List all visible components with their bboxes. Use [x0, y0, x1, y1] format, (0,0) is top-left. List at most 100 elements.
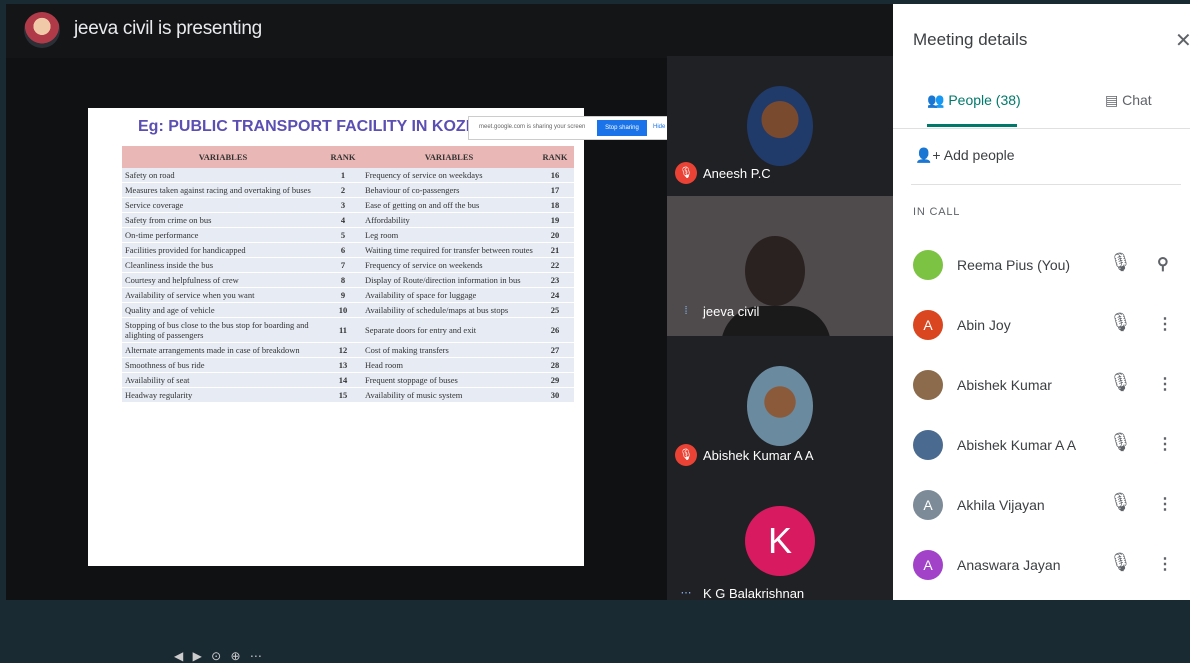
- avatar: A: [913, 310, 943, 340]
- table-row: Quality and age of vehicle 10 Availability…: [122, 302, 574, 318]
- rank-cell: 19: [536, 212, 574, 228]
- variable-cell: Quality and age of vehicle: [122, 302, 324, 318]
- avatar: [913, 370, 943, 400]
- table-row: Availability of seat 14 Frequent stoppage …: [122, 372, 574, 388]
- share-url-text: meet.google.com is sharing your screen: [479, 124, 586, 130]
- slide-control-icons[interactable]: ◀ ▶ ⊙ ⊕ ⋯: [174, 649, 265, 663]
- participant-name: Anaswara Jayan: [957, 557, 1061, 573]
- table-row: Service coverage 3 Ease of getting on and …: [122, 197, 574, 213]
- variable-cell: Alternate arrangements made in case of b…: [122, 342, 324, 358]
- close-icon[interactable]: ✕: [1175, 28, 1190, 53]
- table-row: Facilities provided for handicapped 6 Wait…: [122, 242, 574, 258]
- rank-cell: 20: [536, 227, 574, 243]
- mic-off-icon: 🎙: [675, 444, 697, 466]
- table-row: Safety on road 1 Frequency of service on w…: [122, 168, 574, 183]
- participant-row[interactable]: A Anaswara Jayan 🎙 ⋮: [893, 540, 1190, 600]
- variable-cell: Affordability: [362, 212, 536, 228]
- rank-cell: 14: [324, 372, 362, 388]
- speaking-icon: ⋯: [680, 587, 692, 599]
- mic-off-icon: 🎙: [1109, 312, 1132, 332]
- variable-cell: Frequency of service on weekends: [362, 257, 536, 273]
- speaking-icon: ⁞: [684, 305, 688, 317]
- hide-button[interactable]: Hide: [653, 124, 665, 130]
- rank-cell: 11: [324, 317, 362, 343]
- rank-cell: 5: [324, 227, 362, 243]
- add-people-button[interactable]: 👤+ Add people: [915, 147, 1015, 164]
- table-row: Availability of service when you want 9 Av…: [122, 287, 574, 303]
- header-variables-1: VARIABLES: [122, 146, 324, 168]
- participant-name: Akhila Vijayan: [957, 497, 1045, 513]
- rank-cell: 27: [536, 342, 574, 358]
- stop-sharing-button[interactable]: Stop sharing: [597, 120, 647, 136]
- avatar: [747, 86, 813, 166]
- table-row: Stopping of bus close to the bus stop fo…: [122, 317, 574, 343]
- participant-row[interactable]: Reema Pius (You) 🎙 ⚲: [893, 240, 1190, 300]
- tile-jeeva[interactable]: ⁞ jeeva civil: [667, 196, 893, 346]
- variable-cell: Availability of service when you want: [122, 287, 324, 303]
- shared-slide: Eg: PUBLIC TRANSPORT FACILITY IN KOZHIKO…: [88, 108, 584, 663]
- variable-cell: Leg room: [362, 227, 536, 243]
- table-row: Cleanliness inside the bus 7 Frequency of …: [122, 257, 574, 273]
- more-options-icon[interactable]: ⋮: [1157, 554, 1173, 574]
- rank-cell: 15: [324, 387, 362, 403]
- participant-name: Abin Joy: [957, 317, 1011, 333]
- rank-cell: 30: [536, 387, 574, 403]
- mic-off-icon: 🎙: [1109, 372, 1132, 392]
- more-options-icon[interactable]: ⋮: [1157, 374, 1173, 394]
- chat-icon: ▤: [1105, 92, 1119, 108]
- tab-people-label: People (38): [948, 92, 1021, 108]
- divider: [911, 184, 1181, 185]
- rank-cell: 23: [536, 272, 574, 288]
- rank-cell: 21: [536, 242, 574, 258]
- rank-cell: 25: [536, 302, 574, 318]
- tile-balakrishnan[interactable]: K ⋯ K G Balakrishnan: [667, 476, 893, 601]
- participant-name: Abishek Kumar A A: [957, 437, 1077, 453]
- participant-row[interactable]: A Abin Joy 🎙 ⋮: [893, 300, 1190, 360]
- panel-title: Meeting details: [913, 30, 1028, 49]
- rank-cell: 18: [536, 197, 574, 213]
- more-options-icon[interactable]: ⋮: [1157, 434, 1173, 454]
- screen-share-bar: meet.google.com is sharing your screen S…: [468, 116, 670, 140]
- variable-cell: Availability of seat: [122, 372, 324, 388]
- table-row: Alternate arrangements made in case of b…: [122, 342, 574, 358]
- variable-cell: Separate doors for entry and exit: [362, 317, 536, 343]
- header-variables-2: VARIABLES: [362, 146, 536, 168]
- avatar: [913, 430, 943, 460]
- avatar: A: [913, 490, 943, 520]
- variable-cell: Availability of music system: [362, 387, 536, 403]
- participant-row[interactable]: A Akhila Vijayan 🎙 ⋮: [893, 480, 1190, 540]
- variable-cell: Cleanliness inside the bus: [122, 257, 324, 273]
- tab-people[interactable]: 👥 People (38): [927, 92, 1021, 109]
- ranking-table: VARIABLES RANK VARIABLES RANK Safety on …: [122, 146, 574, 403]
- rank-cell: 4: [324, 212, 362, 228]
- tab-chat-label: Chat: [1122, 92, 1152, 108]
- participant-row[interactable]: Abishek Kumar 🎙 ⋮: [893, 360, 1190, 420]
- pin-icon[interactable]: ⚲: [1157, 254, 1169, 274]
- rank-cell: 26: [536, 317, 574, 343]
- variable-cell: Headway regularity: [122, 387, 324, 403]
- rank-cell: 2: [324, 182, 362, 198]
- rank-cell: 16: [536, 168, 574, 183]
- participant-row[interactable]: Abishek Kumar A A 🎙 ⋮: [893, 420, 1190, 480]
- variable-cell: Waiting time required for transfer betwe…: [362, 242, 536, 258]
- avatar: [747, 366, 813, 446]
- variable-cell: Measures taken against racing and overta…: [122, 182, 324, 198]
- variable-cell: Courtesy and helpfulness of crew: [122, 272, 324, 288]
- rank-cell: 9: [324, 287, 362, 303]
- variable-cell: Behaviour of co-passengers: [362, 182, 536, 198]
- rank-cell: 13: [324, 357, 362, 373]
- header-rank-1: RANK: [324, 146, 362, 168]
- in-call-heading: IN CALL: [913, 206, 961, 218]
- table-row: Smoothness of bus ride 13 Head room 28: [122, 357, 574, 373]
- video-feed: [745, 236, 805, 306]
- more-options-icon[interactable]: ⋮: [1157, 314, 1173, 334]
- avatar: K: [745, 506, 815, 576]
- avatar: [913, 250, 943, 280]
- tile-aneesh[interactable]: 🎙 Aneesh P.C: [667, 56, 893, 196]
- tile-name: Abishek Kumar A A: [703, 448, 814, 463]
- tab-chat[interactable]: ▤ Chat: [1105, 92, 1152, 109]
- tile-abishek[interactable]: 🎙 Abishek Kumar A A: [667, 336, 893, 476]
- add-person-icon: 👤+: [915, 147, 941, 163]
- more-options-icon[interactable]: ⋮: [1157, 494, 1173, 514]
- participant-name: Abishek Kumar: [957, 377, 1052, 393]
